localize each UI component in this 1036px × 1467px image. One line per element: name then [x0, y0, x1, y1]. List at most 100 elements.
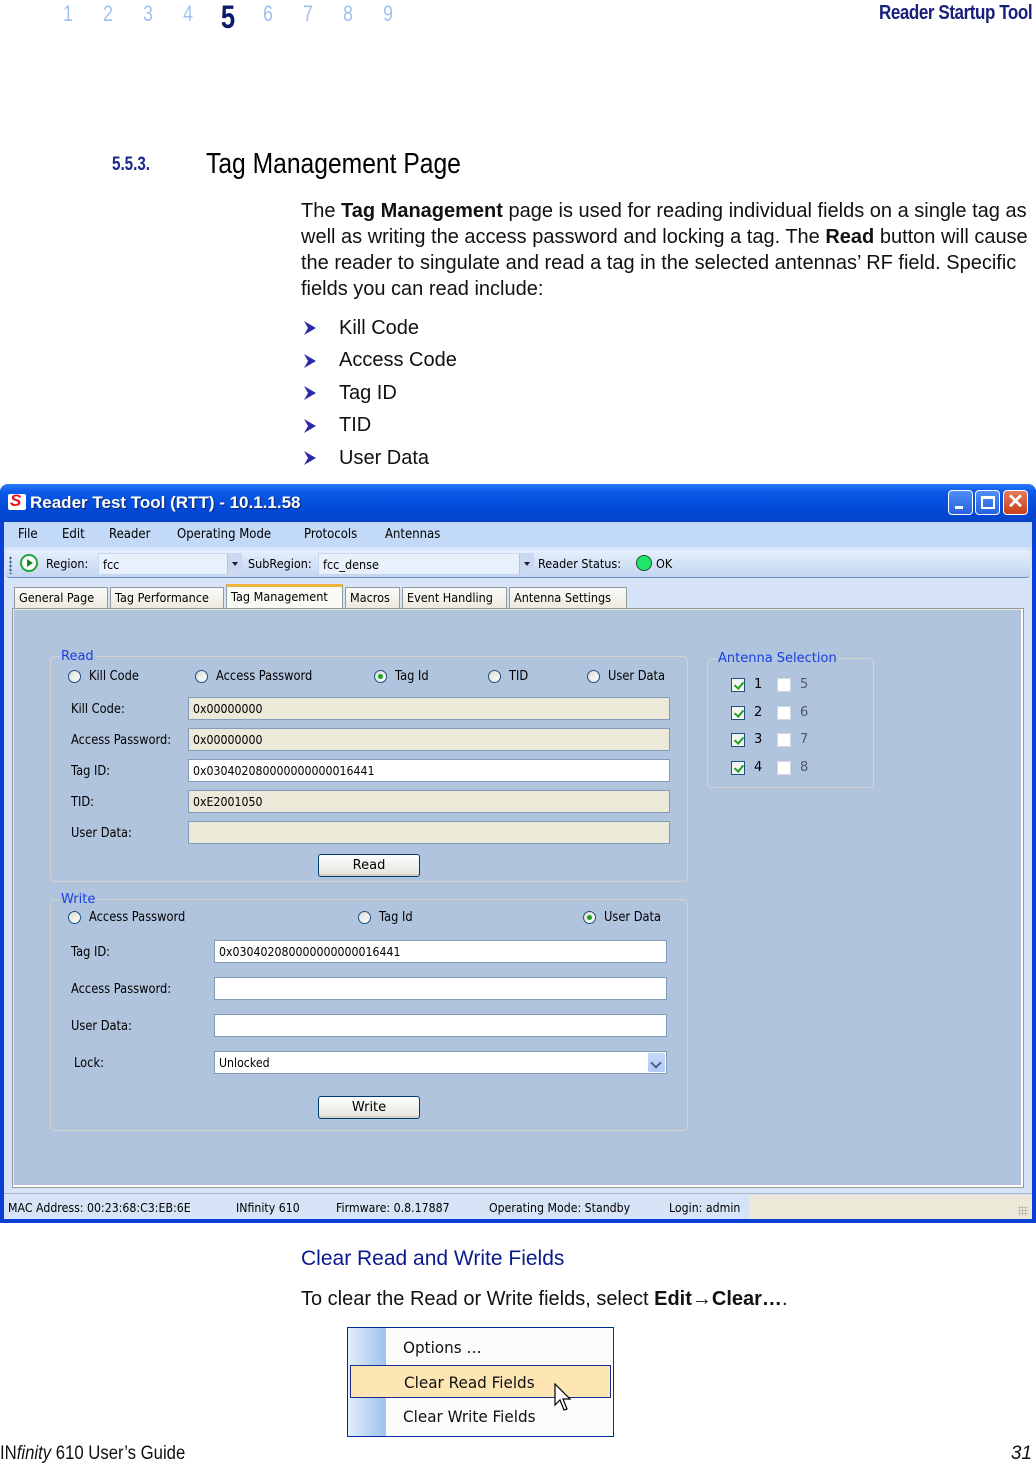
chapter-4[interactable]: 4 — [172, 0, 204, 28]
readable-fields-list: Kill Code Access Code Tag ID TID User Da… — [303, 312, 457, 475]
radio-button-selected[interactable] — [583, 911, 596, 924]
checkbox-checked[interactable] — [731, 732, 745, 747]
read-kill-code-field[interactable]: 0x00000000 — [188, 697, 670, 720]
write-radio-tag-id[interactable]: Tag Id — [358, 910, 417, 925]
chapter-7[interactable]: 7 — [292, 0, 324, 28]
list-item: TID — [303, 410, 457, 443]
write-access-password-input[interactable] — [214, 977, 667, 1000]
intro-bold-tag-management: Tag Management — [341, 200, 503, 222]
start-play-icon[interactable] — [20, 554, 38, 572]
lock-select[interactable]: Unlocked — [214, 1051, 667, 1074]
read-user-data-field[interactable] — [188, 821, 670, 844]
close-button[interactable]: ✕ — [1003, 490, 1028, 515]
checkbox-label: 6 — [800, 705, 809, 720]
radio-label: Access Password — [89, 910, 186, 925]
write-tag-id-input[interactable]: 0x030402080000000000016441 — [214, 940, 667, 963]
antenna-1-checkbox[interactable]: 1 — [731, 677, 762, 692]
menu-operating-mode[interactable]: Operating Mode — [177, 527, 271, 542]
radio-button[interactable] — [68, 911, 81, 924]
chevron-down-icon[interactable] — [227, 554, 241, 574]
read-radio-access-password[interactable]: Access Password — [195, 669, 325, 684]
read-radio-kill-code[interactable]: Kill Code — [68, 669, 146, 684]
write-tag-id-label: Tag ID: — [71, 945, 111, 960]
read-button[interactable]: Read — [318, 854, 420, 877]
read-group-legend: Read — [61, 649, 94, 664]
antenna-7-checkbox: 7 — [777, 732, 808, 747]
tab-antenna-settings[interactable]: Antenna Settings — [509, 587, 628, 608]
write-user-data-input[interactable] — [214, 1014, 667, 1037]
menu-reader[interactable]: Reader — [109, 527, 150, 542]
menu-protocols[interactable]: Protocols — [304, 527, 357, 542]
read-tag-id-field[interactable]: 0x030402080000000000016441 — [188, 759, 670, 782]
tab-tag-management[interactable]: Tag Management — [225, 584, 344, 608]
region-select[interactable]: fcc — [98, 553, 242, 575]
maximize-button[interactable] — [975, 490, 1000, 515]
checkbox-checked[interactable] — [731, 677, 745, 692]
radio-button[interactable] — [488, 670, 501, 683]
chapter-5-current[interactable]: 5 — [212, 0, 244, 34]
radio-button[interactable] — [358, 911, 371, 924]
menu-edit[interactable]: Edit — [62, 527, 85, 542]
antenna-4-checkbox[interactable]: 4 — [731, 760, 762, 775]
checkbox-checked[interactable] — [731, 705, 745, 720]
radio-button[interactable] — [68, 670, 81, 683]
chapter-2[interactable]: 2 — [92, 0, 124, 28]
checkbox-label: 8 — [800, 760, 809, 775]
chevron-down-icon[interactable] — [648, 1053, 665, 1072]
read-radio-user-data[interactable]: User Data — [587, 669, 673, 684]
minimize-button[interactable] — [948, 490, 973, 515]
lock-value: Unlocked — [219, 1055, 270, 1070]
chapter-3[interactable]: 3 — [132, 0, 164, 28]
checkbox-label: 1 — [754, 677, 763, 692]
tab-general-page[interactable]: General Page — [14, 587, 108, 608]
write-radio-access-password[interactable]: Access Password — [68, 910, 198, 925]
status-bar: MAC Address: 00:23:68:C3:EB:6E INfinity … — [4, 1193, 1032, 1219]
radio-label: Kill Code — [89, 669, 139, 684]
subregion-value: fcc_dense — [323, 557, 379, 572]
minimize-icon — [955, 506, 963, 509]
read-user-data-label: User Data: — [71, 826, 132, 841]
chapter-1[interactable]: 1 — [52, 0, 84, 28]
radio-button[interactable] — [587, 670, 600, 683]
window-client: File Edit Reader Operating Mode Protocol… — [4, 522, 1032, 1219]
chapter-6[interactable]: 6 — [252, 0, 284, 28]
menu-file[interactable]: File — [18, 527, 38, 542]
subregion-select[interactable]: fcc_dense — [318, 553, 534, 575]
tab-event-handling[interactable]: Event Handling — [401, 587, 508, 608]
title-bar[interactable]: Reader Test Tool (RTT) - 10.1.1.58 ✕ — [0, 484, 1036, 522]
field-value: 0x030402080000000000016441 — [219, 944, 401, 959]
checkbox-checked[interactable] — [731, 760, 745, 775]
bullet-arrow-icon — [303, 353, 317, 369]
tab-strip: General Page Tag Performance Tag Managem… — [14, 584, 629, 608]
tab-tag-performance[interactable]: Tag Performance — [109, 587, 224, 608]
instruction-text: To clear the Read or Write fields, selec… — [301, 1288, 655, 1310]
chapter-8[interactable]: 8 — [332, 0, 364, 28]
tab-macros[interactable]: Macros — [345, 587, 400, 608]
read-radio-tid[interactable]: TID — [488, 669, 531, 684]
chevron-down-icon[interactable] — [519, 554, 533, 574]
read-radio-tag-id[interactable]: Tag Id — [374, 669, 433, 684]
chapter-9[interactable]: 9 — [372, 0, 404, 28]
radio-button-selected[interactable] — [374, 670, 387, 683]
toolbar-grip-icon[interactable] — [9, 556, 12, 574]
bullet-text: Kill Code — [339, 316, 420, 339]
write-button[interactable]: Write — [318, 1096, 420, 1119]
instruction-period: . — [781, 1288, 788, 1310]
status-login: Login: admin — [669, 1200, 741, 1215]
resize-grip-icon[interactable] — [1018, 1206, 1028, 1216]
radio-button[interactable] — [195, 670, 208, 683]
menu-item-label: Options … — [403, 1338, 482, 1357]
write-radio-user-data[interactable]: User Data — [583, 910, 669, 925]
menu-antennas[interactable]: Antennas — [385, 527, 440, 542]
antenna-3-checkbox[interactable]: 3 — [731, 732, 762, 747]
read-access-password-field[interactable]: 0x00000000 — [188, 728, 670, 751]
checkbox-label: 5 — [800, 677, 809, 692]
read-tid-field[interactable]: 0xE2001050 — [188, 790, 670, 813]
tab-label: Event Handling — [406, 590, 493, 605]
antenna-2-checkbox[interactable]: 2 — [731, 705, 762, 720]
region-label: Region: — [46, 556, 89, 571]
checkbox-disabled — [777, 732, 791, 747]
menu-item-options[interactable]: Options … — [350, 1331, 611, 1364]
status-indicator-icon — [636, 555, 652, 571]
menu-bar: File Edit Reader Operating Mode Protocol… — [4, 522, 1032, 547]
